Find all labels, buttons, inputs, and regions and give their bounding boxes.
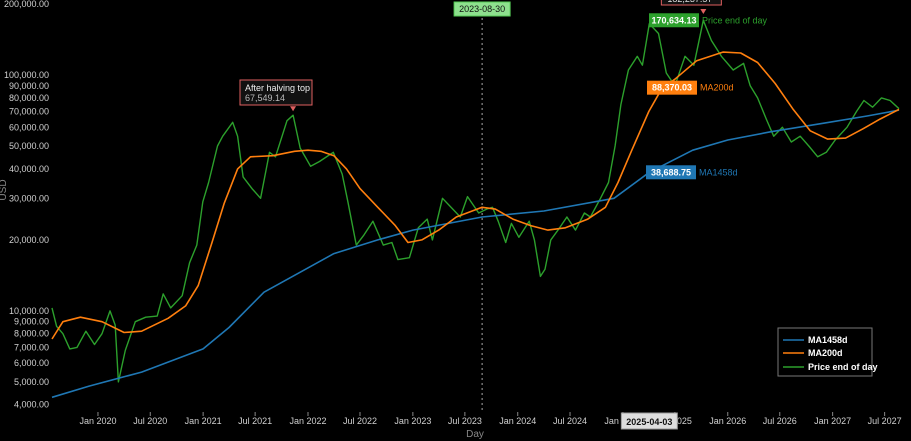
y-tick-label: 5,000.00: [14, 377, 49, 387]
halving-annotation-value: 67,549.14: [245, 93, 285, 103]
y-tick-label: 100,000.00: [4, 70, 49, 80]
top-annotation-value: 182,237.57: [667, 0, 712, 4]
x-tick-label: Jul 2023: [448, 416, 482, 426]
y-tick-label: 90,000.00: [9, 81, 49, 91]
series-line-price-end-of-day: [51, 19, 900, 383]
x-tick-label: Jul 2022: [343, 416, 377, 426]
x-axis-ticks: Jan 2020 Jul 2020 Jan 2021 Jul 2021 Jan 2022…: [79, 412, 902, 426]
price-chart[interactable]: 4,000.00 5,000.00 6,000.00 7,000.00 8,000.00…: [0, 0, 911, 441]
x-tick-label: Jan 2027: [814, 416, 851, 426]
y-tick-label: 6,000.00: [14, 358, 49, 368]
ma200-value-text: 88,370.03: [652, 83, 692, 93]
x-axis-title: Day: [466, 429, 484, 440]
x-tick-label: Jan 2022: [289, 416, 326, 426]
x-tick-label: Jan 2020: [79, 416, 116, 426]
legend-label-ma1458: MA1458d: [808, 335, 848, 345]
y-tick-label: 20,000.00: [9, 235, 49, 245]
x-tick-label: Jan 2023: [394, 416, 431, 426]
legend: MA1458d MA200d Price end of day: [777, 327, 878, 377]
y-tick-label: 60,000.00: [9, 122, 49, 132]
x-tick-label: Jul 2020: [133, 416, 167, 426]
y-axis-title: USD: [0, 179, 9, 200]
halving-annotation-arrow: [290, 106, 297, 112]
y-tick-label: 50,000.00: [9, 141, 49, 151]
x-tick-label: Jan 2021: [185, 416, 222, 426]
y-tick-label: 70,000.00: [9, 107, 49, 117]
x-tick-label: Jul 2024: [553, 416, 587, 426]
top-annotation-arrow: [700, 9, 707, 14]
series-layer: [51, 19, 900, 399]
y-tick-label: 9,000.00: [14, 317, 49, 327]
x-tick-label: Jul 2026: [763, 416, 797, 426]
y-tick-label: 8,000.00: [14, 329, 49, 339]
x-tick-label: Jul 2027: [868, 416, 902, 426]
price-series-name: Price end of day: [702, 15, 768, 25]
y-tick-label: 30,000.00: [9, 193, 49, 203]
crosshair-date-label: 2023-08-30: [459, 4, 505, 14]
legend-label-price: Price end of day: [808, 362, 878, 372]
y-tick-label: 200,000.00: [4, 0, 49, 9]
series-line-ma1458d: [51, 109, 900, 399]
y-tick-label: 7,000.00: [14, 342, 49, 352]
ma1458-series-name: MA1458d: [699, 167, 738, 177]
y-axis-ticks: 4,000.00 5,000.00 6,000.00 7,000.00 8,000.00…: [4, 0, 49, 410]
series-line-ma200d: [51, 51, 900, 340]
x-tick-label: Jan 2024: [499, 416, 536, 426]
x-cursor-label: 2025-04-03: [626, 417, 672, 427]
y-tick-label: 10,000.00: [9, 306, 49, 316]
legend-label-ma200: MA200d: [808, 348, 843, 358]
ma200-series-name: MA200d: [700, 83, 734, 93]
ma1458-value-text: 38,688.75: [651, 167, 691, 177]
x-tick-label: Jan 2026: [709, 416, 746, 426]
x-tick-label: Jul 2021: [238, 416, 272, 426]
y-tick-label: 40,000.00: [9, 164, 49, 174]
y-tick-label: 80,000.00: [9, 93, 49, 103]
halving-annotation-title: After halving top: [245, 83, 310, 93]
price-value-text: 170,634.13: [651, 15, 696, 25]
y-tick-label: 4,000.00: [14, 400, 49, 410]
